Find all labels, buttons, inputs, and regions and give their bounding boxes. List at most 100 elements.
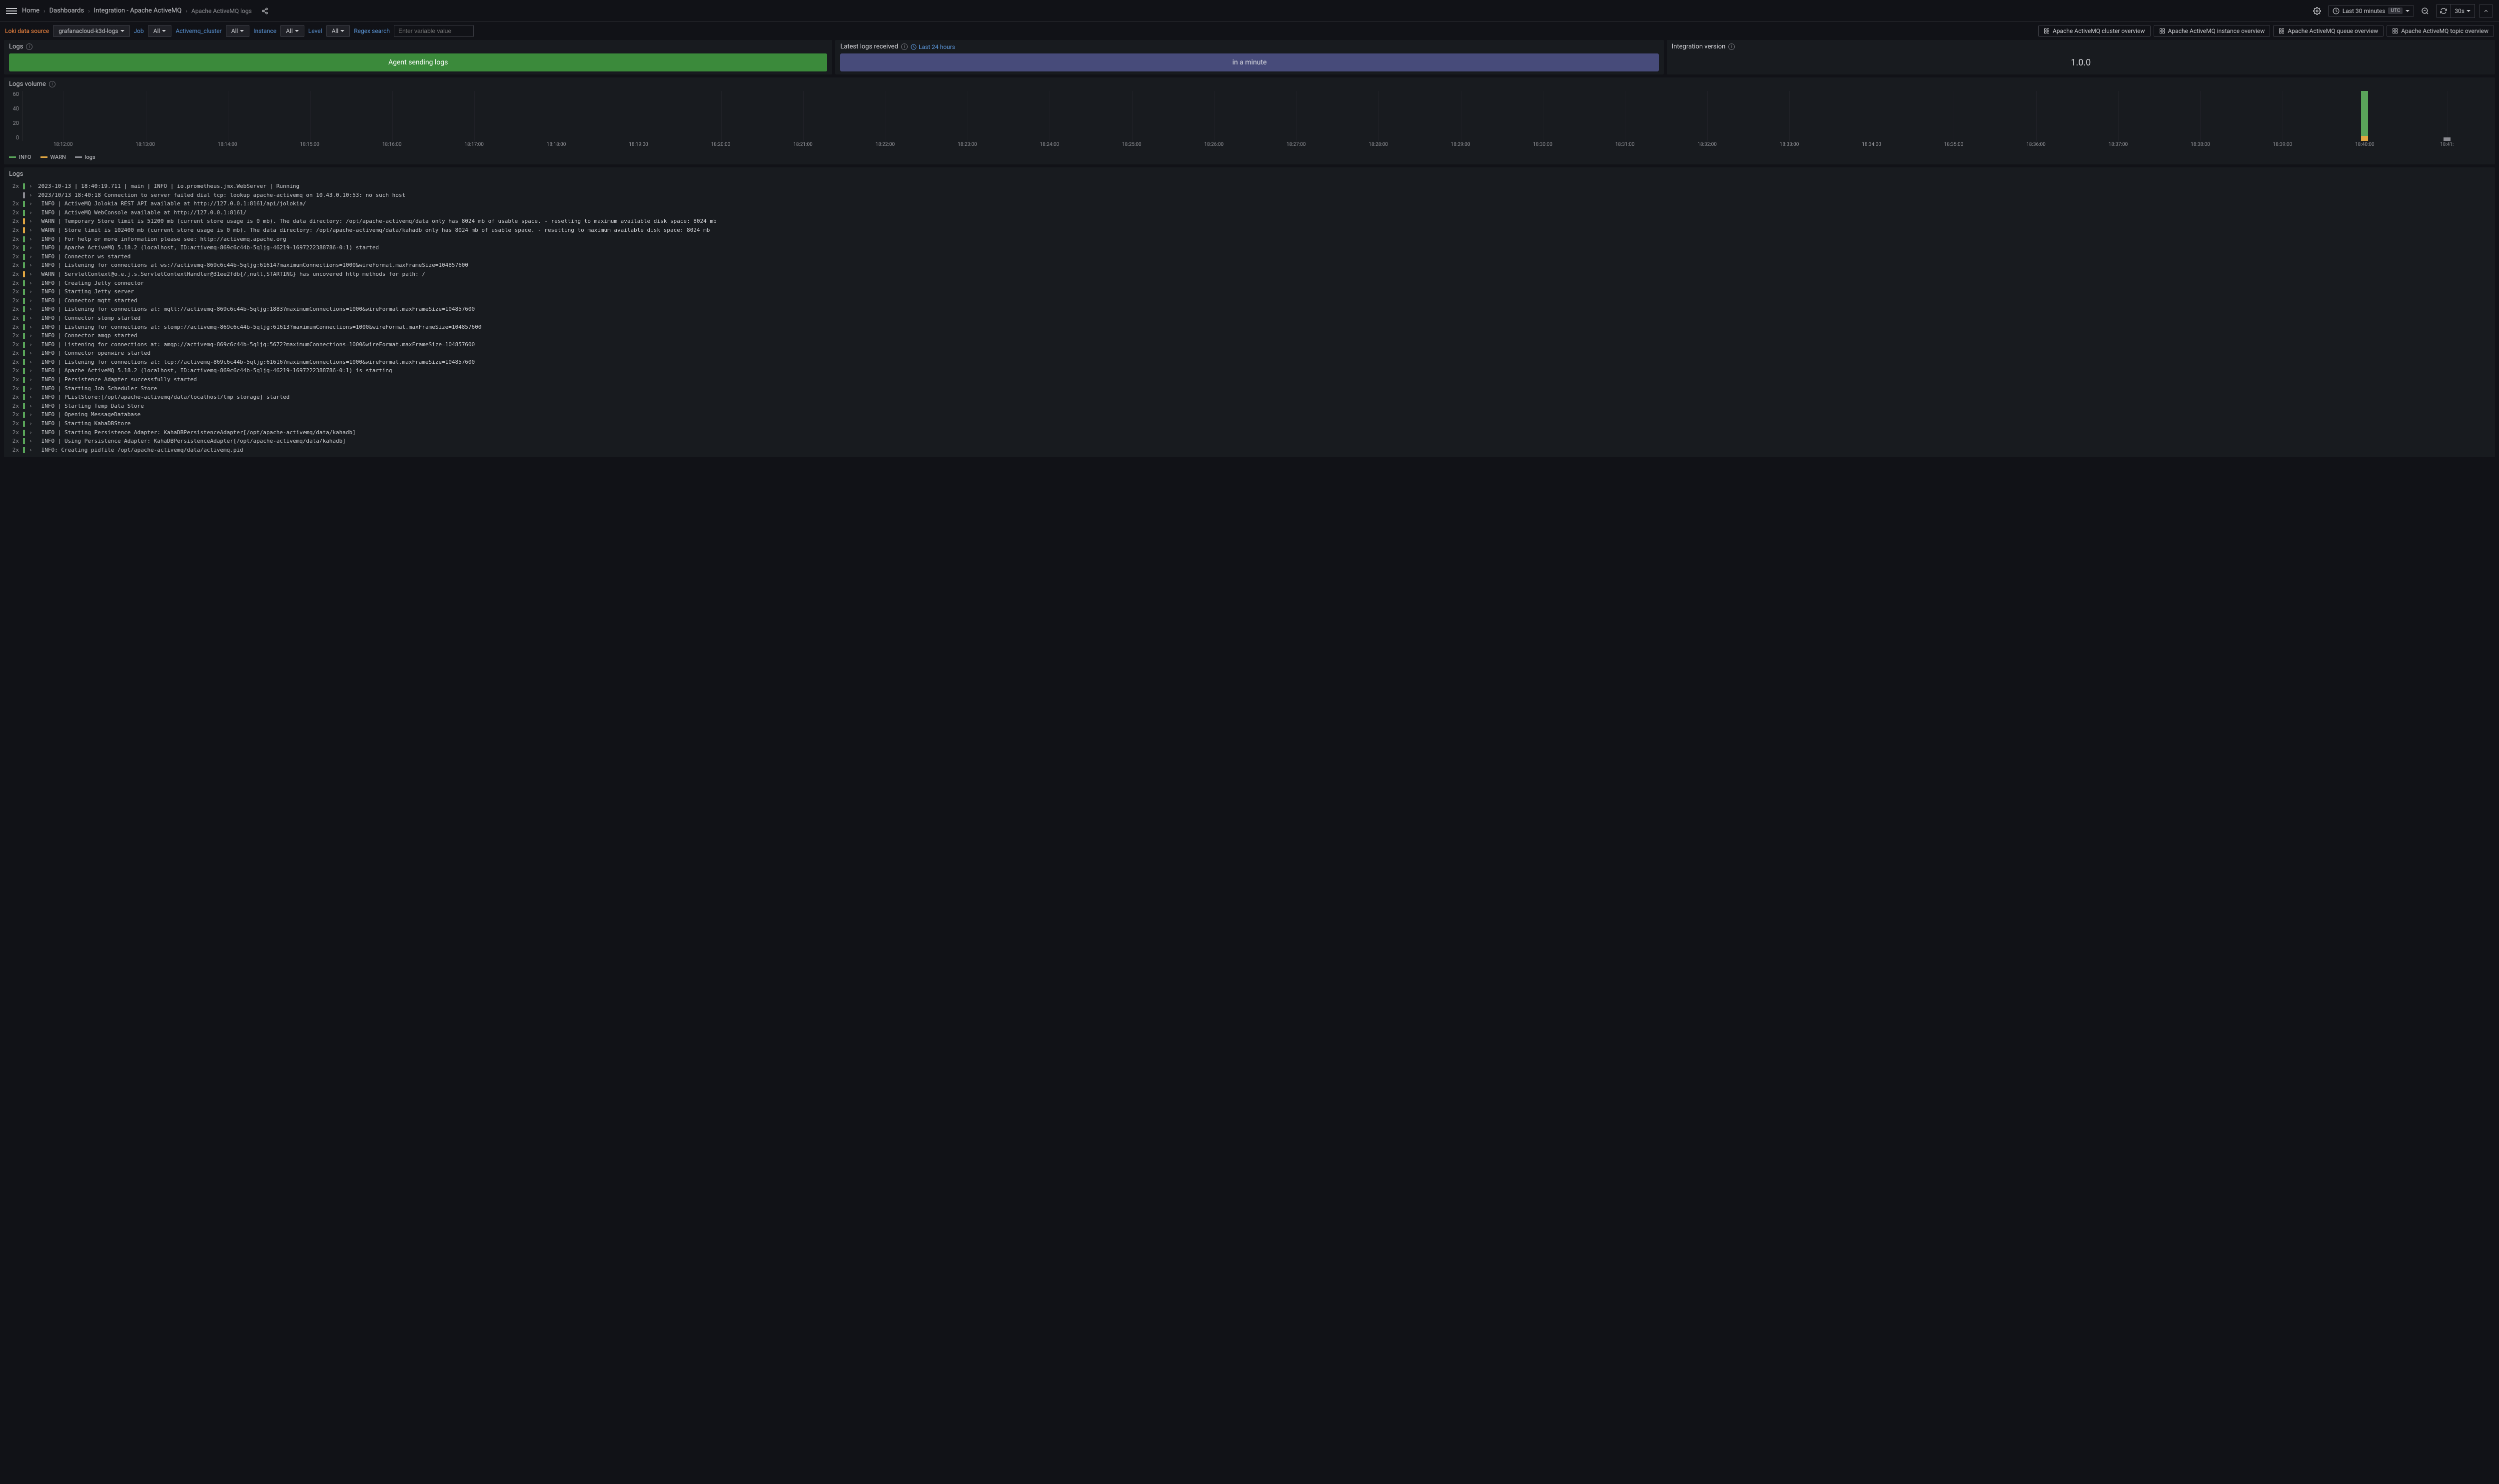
breadcrumb-sep: › xyxy=(43,7,45,14)
expand-chevron-icon[interactable]: › xyxy=(29,296,34,305)
expand-chevron-icon[interactable]: › xyxy=(29,428,34,437)
expand-chevron-icon[interactable]: › xyxy=(29,217,34,226)
expand-chevron-icon[interactable]: › xyxy=(29,208,34,217)
expand-chevron-icon[interactable]: › xyxy=(29,182,34,191)
log-row[interactable]: 2x› INFO | Listening for connections at … xyxy=(9,261,2490,270)
expand-chevron-icon[interactable]: › xyxy=(29,419,34,428)
dashboard-link[interactable]: Apache ActiveMQ queue overview xyxy=(2273,25,2384,37)
expand-chevron-icon[interactable]: › xyxy=(29,270,34,279)
log-row[interactable]: 2x› INFO | Listening for connections at:… xyxy=(9,358,2490,367)
expand-chevron-icon[interactable]: › xyxy=(29,314,34,323)
collapse-button[interactable] xyxy=(2479,4,2493,18)
expand-chevron-icon[interactable]: › xyxy=(29,305,34,314)
log-row[interactable]: 2x› INFO | Using Persistence Adapter: Ka… xyxy=(9,437,2490,446)
expand-chevron-icon[interactable]: › xyxy=(29,402,34,411)
last-24h-link[interactable]: Last 24 hours xyxy=(911,43,955,50)
logs-volume-chart[interactable]: 6040200 18:12:0018:13:0018:14:0018:15:00… xyxy=(9,91,2490,151)
expand-chevron-icon[interactable]: › xyxy=(29,287,34,296)
settings-icon[interactable] xyxy=(2310,4,2324,18)
expand-chevron-icon[interactable]: › xyxy=(29,437,34,446)
expand-chevron-icon[interactable]: › xyxy=(29,226,34,235)
log-row[interactable]: 2x› WARN | Store limit is 102400 mb (cur… xyxy=(9,226,2490,235)
regex-input[interactable] xyxy=(394,25,474,37)
instance-select[interactable]: All xyxy=(280,25,304,37)
expand-chevron-icon[interactable]: › xyxy=(29,446,34,455)
log-row[interactable]: 2x›2023-10-13 | 18:40:19.711 | main | IN… xyxy=(9,182,2490,191)
cluster-select[interactable]: All xyxy=(226,25,250,37)
expand-chevron-icon[interactable]: › xyxy=(29,261,34,270)
expand-chevron-icon[interactable]: › xyxy=(29,393,34,402)
chart-bar[interactable] xyxy=(2444,137,2451,141)
log-row[interactable]: 2x› INFO | Listening for connections at:… xyxy=(9,305,2490,314)
log-row[interactable]: 2x› INFO | Connector stomp started xyxy=(9,314,2490,323)
log-row[interactable]: 2x› INFO | Creating Jetty connector xyxy=(9,279,2490,288)
info-icon[interactable]: i xyxy=(49,81,55,87)
breadcrumb-folder[interactable]: Integration - Apache ActiveMQ xyxy=(94,7,181,14)
job-select[interactable]: All xyxy=(148,25,172,37)
dashboard-link[interactable]: Apache ActiveMQ topic overview xyxy=(2387,25,2494,37)
log-row[interactable]: 2x› INFO: Creating pidfile /opt/apache-a… xyxy=(9,446,2490,455)
expand-chevron-icon[interactable]: › xyxy=(29,252,34,261)
log-row[interactable]: 2x› INFO | Starting Persistence Adapter:… xyxy=(9,428,2490,437)
expand-chevron-icon[interactable]: › xyxy=(29,340,34,349)
legend-item[interactable]: WARN xyxy=(40,154,66,160)
log-row[interactable]: 2x› INFO | Listening for connections at:… xyxy=(9,340,2490,349)
refresh-interval-select[interactable]: 30s xyxy=(2450,4,2475,18)
expand-chevron-icon[interactable]: › xyxy=(29,366,34,375)
info-icon[interactable]: i xyxy=(26,43,32,50)
log-row[interactable]: 2x› INFO | Apache ActiveMQ 5.18.2 (local… xyxy=(9,366,2490,375)
log-message: INFO | Apache ActiveMQ 5.18.2 (localhost… xyxy=(38,243,2490,252)
share-icon[interactable] xyxy=(258,4,272,18)
expand-chevron-icon[interactable]: › xyxy=(29,375,34,384)
log-row[interactable]: 2x› INFO | ActiveMQ Jolokia REST API ava… xyxy=(9,199,2490,208)
log-row[interactable]: 2x› INFO | Starting Jetty server xyxy=(9,287,2490,296)
dashboard-link[interactable]: Apache ActiveMQ cluster overview xyxy=(2038,25,2151,37)
expand-chevron-icon[interactable]: › xyxy=(29,279,34,288)
logs-volume-panel: Logs volume i 6040200 18:12:0018:13:0018… xyxy=(4,77,2495,164)
x-tick: 18:35:00 xyxy=(1913,142,1995,151)
expand-chevron-icon[interactable]: › xyxy=(29,235,34,244)
log-row[interactable]: 2x› INFO | Starting Temp Data Store xyxy=(9,402,2490,411)
expand-chevron-icon[interactable]: › xyxy=(29,331,34,340)
legend-item[interactable]: logs xyxy=(75,154,95,160)
expand-chevron-icon[interactable]: › xyxy=(29,199,34,208)
expand-chevron-icon[interactable]: › xyxy=(29,323,34,332)
expand-chevron-icon[interactable]: › xyxy=(29,243,34,252)
expand-chevron-icon[interactable]: › xyxy=(29,349,34,358)
log-row[interactable]: 2x› INFO | Listening for connections at:… xyxy=(9,323,2490,332)
expand-chevron-icon[interactable]: › xyxy=(29,191,34,200)
breadcrumb-home[interactable]: Home xyxy=(22,7,39,14)
log-row[interactable]: 2x› INFO | ActiveMQ WebConsole available… xyxy=(9,208,2490,217)
expand-chevron-icon[interactable]: › xyxy=(29,410,34,419)
refresh-button[interactable] xyxy=(2436,4,2450,18)
log-row[interactable]: 2x› INFO | Connector amqp started xyxy=(9,331,2490,340)
log-row[interactable]: 2x› WARN | ServletContext@o.e.j.s.Servle… xyxy=(9,270,2490,279)
log-row[interactable]: 2x› INFO | Starting Job Scheduler Store xyxy=(9,384,2490,393)
log-row[interactable]: 2x› INFO | Apache ActiveMQ 5.18.2 (local… xyxy=(9,243,2490,252)
chart-bar[interactable] xyxy=(2361,91,2368,141)
log-row[interactable]: 2x› INFO | Starting KahaDBStore xyxy=(9,419,2490,428)
datasource-select[interactable]: grafanacloud-k3d-logs xyxy=(53,25,129,37)
breadcrumb-dashboards[interactable]: Dashboards xyxy=(49,7,84,14)
menu-toggle[interactable] xyxy=(6,5,17,16)
log-row[interactable]: 2x› INFO | For help or more information … xyxy=(9,235,2490,244)
log-row[interactable]: 2x› INFO | Opening MessageDatabase xyxy=(9,410,2490,419)
expand-chevron-icon[interactable]: › xyxy=(29,384,34,393)
legend-item[interactable]: INFO xyxy=(9,154,31,160)
log-row[interactable]: 2x› INFO | Persistence Adapter successfu… xyxy=(9,375,2490,384)
log-count: 2x xyxy=(9,384,19,393)
info-icon[interactable]: i xyxy=(901,43,908,50)
log-row[interactable]: 2x› INFO | Connector mqtt started xyxy=(9,296,2490,305)
log-row[interactable]: ›2023/10/13 18:40:18 Connection to serve… xyxy=(9,191,2490,200)
info-icon[interactable]: i xyxy=(1728,43,1735,50)
log-row[interactable]: 2x› WARN | Temporary Store limit is 5120… xyxy=(9,217,2490,226)
x-tick: 18:27:00 xyxy=(1255,142,1337,151)
dashboard-link[interactable]: Apache ActiveMQ instance overview xyxy=(2154,25,2271,37)
zoom-out-icon[interactable] xyxy=(2418,4,2432,18)
log-row[interactable]: 2x› INFO | PListStore:[/opt/apache-activ… xyxy=(9,393,2490,402)
level-select[interactable]: All xyxy=(326,25,350,37)
time-range-picker[interactable]: Last 30 minutes UTC xyxy=(2328,5,2415,17)
log-row[interactable]: 2x› INFO | Connector openwire started xyxy=(9,349,2490,358)
log-row[interactable]: 2x› INFO | Connector ws started xyxy=(9,252,2490,261)
expand-chevron-icon[interactable]: › xyxy=(29,358,34,367)
